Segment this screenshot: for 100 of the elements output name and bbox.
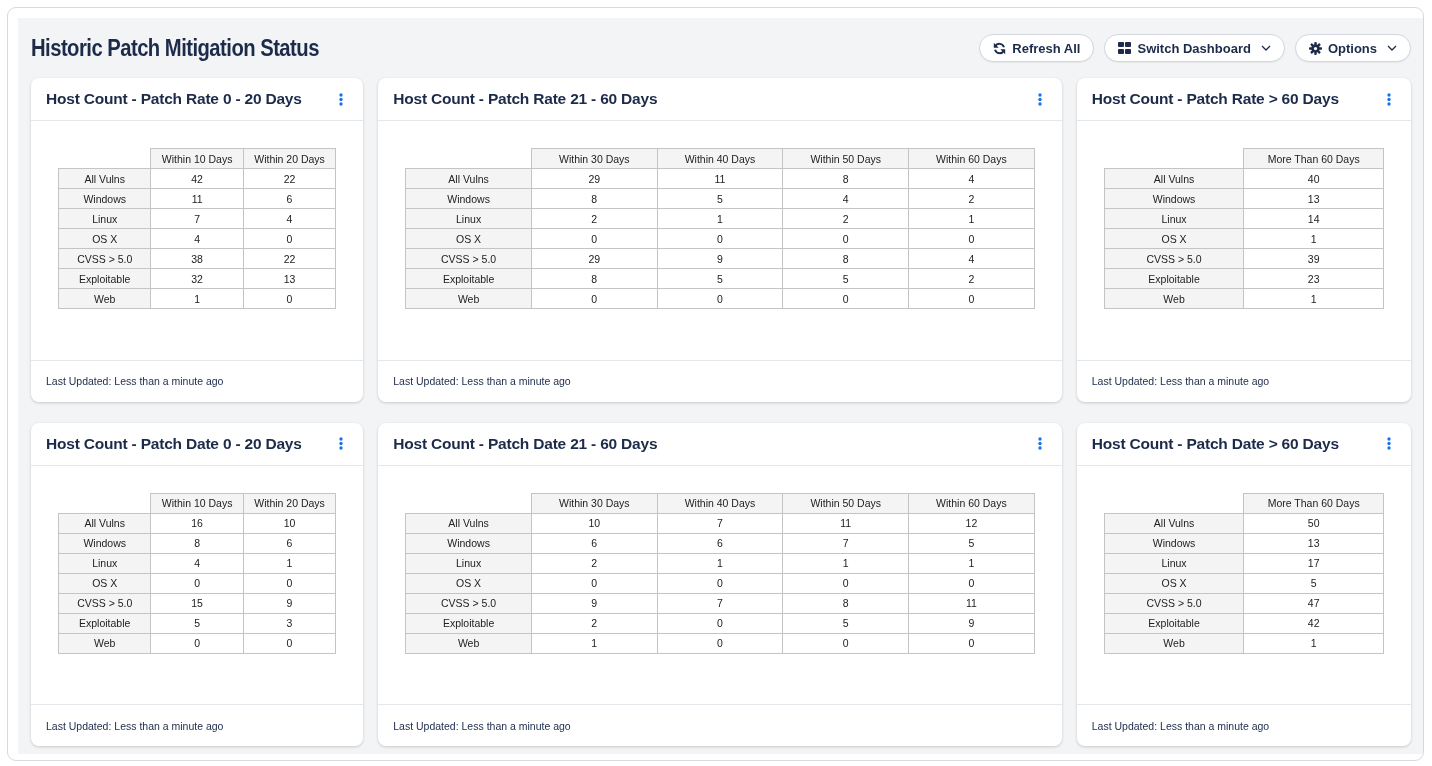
last-updated-text: Last Updated: Less than a minute ago [46,719,224,732]
table-cell: 17 [1243,553,1384,573]
column-header: Within 20 Days [243,493,336,513]
table-cell: 0 [150,573,244,593]
table-cell: 7 [657,593,783,613]
gear-icon [1308,41,1322,55]
column-header: Within 50 Days [782,148,909,169]
more-options-icon[interactable] [1037,437,1042,450]
row-header: Web [405,288,532,309]
row-header: All Vulns [58,168,151,189]
table-cell: 1 [1243,288,1384,309]
row-header: Linux [1104,208,1244,229]
table-cell: 7 [150,208,244,229]
table-cell: 15 [150,593,244,613]
table-cell: 4 [782,188,909,209]
table-cell: 22 [243,168,336,189]
row-header: Web [405,633,532,653]
row-header: All Vulns [58,513,151,533]
table-cell: 10 [531,513,658,533]
more-options-icon[interactable] [1387,437,1391,450]
row-header: Linux [405,553,532,573]
table-cell: 7 [657,513,783,533]
table-cell: 0 [243,288,336,309]
column-header: More Than 60 Days [1243,493,1384,513]
table-cell: 4 [908,168,1035,189]
more-options-icon[interactable] [339,437,344,450]
table-cell: 1 [782,553,909,573]
table-cell: 47 [1243,593,1384,613]
more-options-icon[interactable] [1387,92,1391,106]
row-header: All Vulns [1104,513,1244,533]
row-header: Windows [58,188,151,209]
more-options-icon[interactable] [1037,92,1042,106]
table-cell: 0 [657,228,783,249]
table-cell: 5 [908,533,1035,553]
row-header: Windows [1104,533,1244,553]
row-header: CVSS > 5.0 [1104,593,1244,613]
table-cell: 9 [531,593,658,613]
row-header: All Vulns [1104,168,1244,189]
row-header: Exploitable [405,613,532,633]
table-cell: 5 [150,613,244,633]
row-header: Exploitable [58,268,151,289]
last-updated-text: Last Updated: Less than a minute ago [393,375,571,387]
table-cell: 0 [782,573,909,593]
table-cell: 0 [657,288,783,309]
table-cell: 23 [1243,268,1384,289]
table-cell: 38 [150,248,244,269]
table-cell: 14 [1243,208,1384,229]
table-cell: 6 [243,188,336,209]
table-cell: 2 [908,188,1035,209]
table-cell: 8 [531,188,658,209]
refresh-button[interactable]: Refresh All [979,34,1095,62]
table-cell: 1 [1243,633,1384,653]
table-cell: 29 [531,168,658,189]
row-header: Web [1104,288,1244,309]
table-cell: 40 [1243,168,1384,189]
table-cell: 11 [657,168,783,189]
table-cell: 1 [657,553,783,573]
table-cell: 1 [657,208,783,229]
row-header: OS X [58,228,151,249]
column-header: More Than 60 Days [1243,148,1384,169]
options-button[interactable]: Options [1294,34,1411,62]
table-cell: 0 [531,573,658,593]
table-cell: 13 [1243,188,1384,209]
grid-icon [1118,42,1132,54]
table-cell: 5 [657,188,783,209]
last-updated-text: Last Updated: Less than a minute ago [393,719,571,732]
table-cell: 0 [657,633,783,653]
switch-dashboard-button[interactable]: Switch Dashboard [1104,34,1285,62]
card-title: Host Count - Patch Rate 21 - 60 Days [393,90,658,108]
table-cell: 6 [657,533,783,553]
table-cell: 42 [1243,613,1384,633]
table-cell: 9 [657,248,783,269]
table-cell: 0 [531,288,658,309]
row-header: CVSS > 5.0 [405,248,532,269]
table-cell: 2 [531,553,658,573]
table-cell: 50 [1243,513,1384,533]
row-header: All Vulns [405,513,532,533]
table-cell: 32 [150,268,244,289]
table-cell: 9 [243,593,336,613]
table-cell: 0 [782,633,909,653]
table-cell: 5 [657,268,783,289]
table-cell: 8 [782,593,909,613]
row-header: Web [1104,633,1244,653]
table-cell: 3 [243,613,336,633]
table-cell: 0 [657,613,783,633]
table-cell: 10 [243,513,336,533]
table-cell: 0 [908,228,1035,249]
table-cell: 9 [908,613,1035,633]
table-cell: 0 [657,573,783,593]
table-cell: 2 [531,208,658,229]
row-header: OS X [405,228,532,249]
row-header: OS X [1104,573,1244,593]
more-options-icon[interactable] [339,92,344,106]
row-header: Windows [405,188,532,209]
table-cell: 8 [782,168,909,189]
table-cell: 0 [243,228,336,249]
table-cell: 6 [243,533,336,553]
card-title: Host Count - Patch Date > 60 Days [1091,434,1339,453]
dashboard-title: Historic Patch Mitigation Status [31,34,319,62]
table-cell: 0 [150,633,244,653]
